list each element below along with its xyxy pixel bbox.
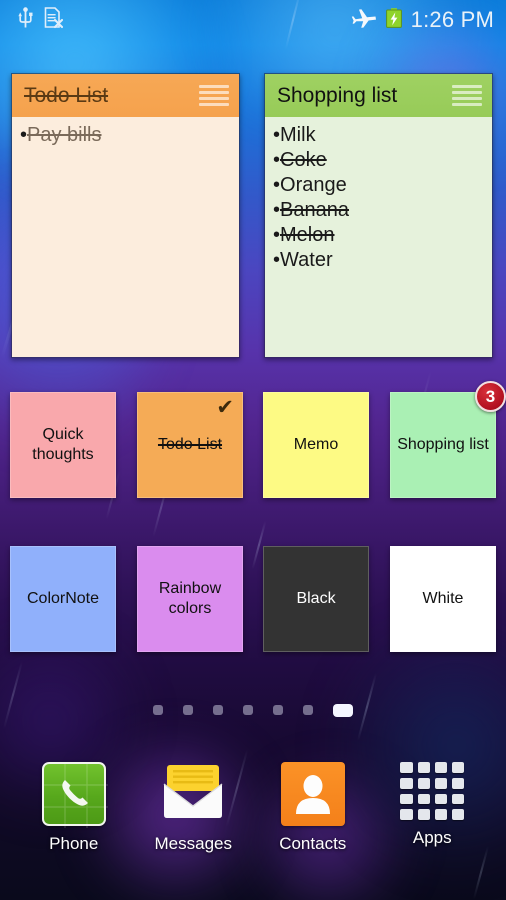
note-tile-label: Memo bbox=[293, 436, 339, 453]
note-line-text: Coke bbox=[280, 149, 327, 171]
battery-charging-icon bbox=[385, 7, 403, 34]
hamburger-menu-icon[interactable] bbox=[452, 84, 482, 107]
bullet-glyph: • bbox=[20, 124, 28, 146]
note-line-text: Melon bbox=[280, 224, 335, 246]
hamburger-menu-icon[interactable] bbox=[199, 84, 229, 107]
note-tile-label: Rainbow colors bbox=[158, 580, 222, 617]
contacts-person-icon bbox=[280, 762, 345, 826]
note-tile-rainbow-colors[interactable]: Rainbow colors bbox=[137, 546, 243, 652]
note-tile-quick-thoughts[interactable]: Quick thoughts bbox=[10, 392, 116, 498]
note-tile-white[interactable]: White bbox=[390, 546, 496, 652]
note-widget-body[interactable]: •Pay bills bbox=[12, 117, 239, 357]
dock-item-label: Apps bbox=[412, 828, 452, 847]
status-bar[interactable]: 1:26 PM bbox=[0, 0, 506, 40]
notification-badge: 3 bbox=[475, 381, 506, 412]
note-widget-header[interactable]: Shopping list bbox=[265, 74, 492, 117]
page-dot[interactable] bbox=[303, 705, 313, 715]
dock: Phone Messages Contacts Apps bbox=[0, 762, 506, 882]
dock-item-phone[interactable]: Phone bbox=[24, 762, 124, 854]
note-tile-label: Quick thoughts bbox=[32, 426, 94, 463]
page-dot[interactable] bbox=[273, 705, 283, 715]
apps-grid-icon bbox=[400, 762, 465, 820]
note-line: •Milk bbox=[273, 123, 482, 148]
dock-item-messages[interactable]: Messages bbox=[143, 762, 243, 854]
usb-icon bbox=[18, 6, 33, 34]
page-indicator bbox=[0, 700, 506, 720]
note-widget-title: Shopping list bbox=[277, 83, 398, 107]
note-tile-label: Todo List bbox=[157, 436, 223, 453]
page-dot[interactable] bbox=[153, 705, 163, 715]
note-widget-header[interactable]: Todo List bbox=[12, 74, 239, 117]
page-dot[interactable] bbox=[183, 705, 193, 715]
note-widget-body[interactable]: •Milk •Coke •Orange •Banana •Melon •Wate… bbox=[265, 117, 492, 357]
airplane-mode-icon bbox=[351, 7, 377, 34]
phone-icon bbox=[41, 762, 108, 828]
dock-item-apps[interactable]: Apps bbox=[382, 762, 482, 848]
note-tile-memo[interactable]: Memo bbox=[263, 392, 369, 498]
dock-item-contacts[interactable]: Contacts bbox=[263, 762, 363, 854]
page-dot[interactable] bbox=[213, 705, 223, 715]
note-widget-title: Todo List bbox=[24, 83, 109, 107]
note-line: •Water bbox=[273, 248, 482, 273]
note-widget-shopping-list[interactable]: Shopping list •Milk •Coke •Orange •Banan… bbox=[264, 73, 493, 358]
note-line-text: Pay bills bbox=[27, 124, 102, 146]
note-tile-label: White bbox=[422, 590, 464, 607]
no-sim-card-icon bbox=[44, 6, 64, 34]
bullet-glyph: • bbox=[273, 249, 281, 271]
bullet-glyph: • bbox=[273, 224, 281, 246]
status-bar-clock: 1:26 PM bbox=[410, 7, 494, 32]
note-line: •Melon bbox=[273, 223, 482, 248]
note-line-text: Banana bbox=[280, 199, 349, 221]
dock-item-label: Messages bbox=[154, 834, 232, 853]
dock-item-label: Phone bbox=[49, 834, 99, 853]
note-line: •Coke bbox=[273, 148, 482, 173]
note-widget-todo-list[interactable]: Todo List •Pay bills bbox=[11, 73, 240, 358]
status-bar-right-icons: 1:26 PM bbox=[351, 7, 494, 34]
bullet-glyph: • bbox=[273, 124, 281, 146]
note-tile-todo-list[interactable]: ✔ Todo List bbox=[137, 392, 243, 498]
note-tile-label: ColorNote bbox=[26, 590, 100, 607]
checkmark-icon: ✔ bbox=[216, 396, 234, 419]
dock-item-label: Contacts bbox=[279, 834, 347, 853]
note-line-text: Orange bbox=[280, 174, 347, 196]
bullet-glyph: • bbox=[273, 199, 281, 221]
note-tile-shopping-list[interactable]: 3 Shopping list bbox=[390, 381, 506, 498]
messages-envelope-icon bbox=[161, 762, 225, 826]
note-line: •Orange bbox=[273, 173, 482, 198]
bullet-glyph: • bbox=[273, 149, 281, 171]
note-line-text: Milk bbox=[280, 124, 316, 146]
bullet-glyph: • bbox=[273, 174, 281, 196]
note-line: •Pay bills bbox=[20, 123, 229, 148]
note-tile-black[interactable]: Black bbox=[263, 546, 369, 652]
note-tile-label: Black bbox=[296, 590, 336, 607]
note-line-text: Water bbox=[280, 249, 333, 271]
note-tile-colornote[interactable]: ColorNote bbox=[10, 546, 116, 652]
page-dot-active[interactable] bbox=[333, 703, 353, 717]
note-tile-label: Shopping list bbox=[397, 436, 489, 453]
status-bar-left-icons bbox=[18, 6, 64, 34]
page-dot[interactable] bbox=[243, 705, 253, 715]
note-line: •Banana bbox=[273, 198, 482, 223]
